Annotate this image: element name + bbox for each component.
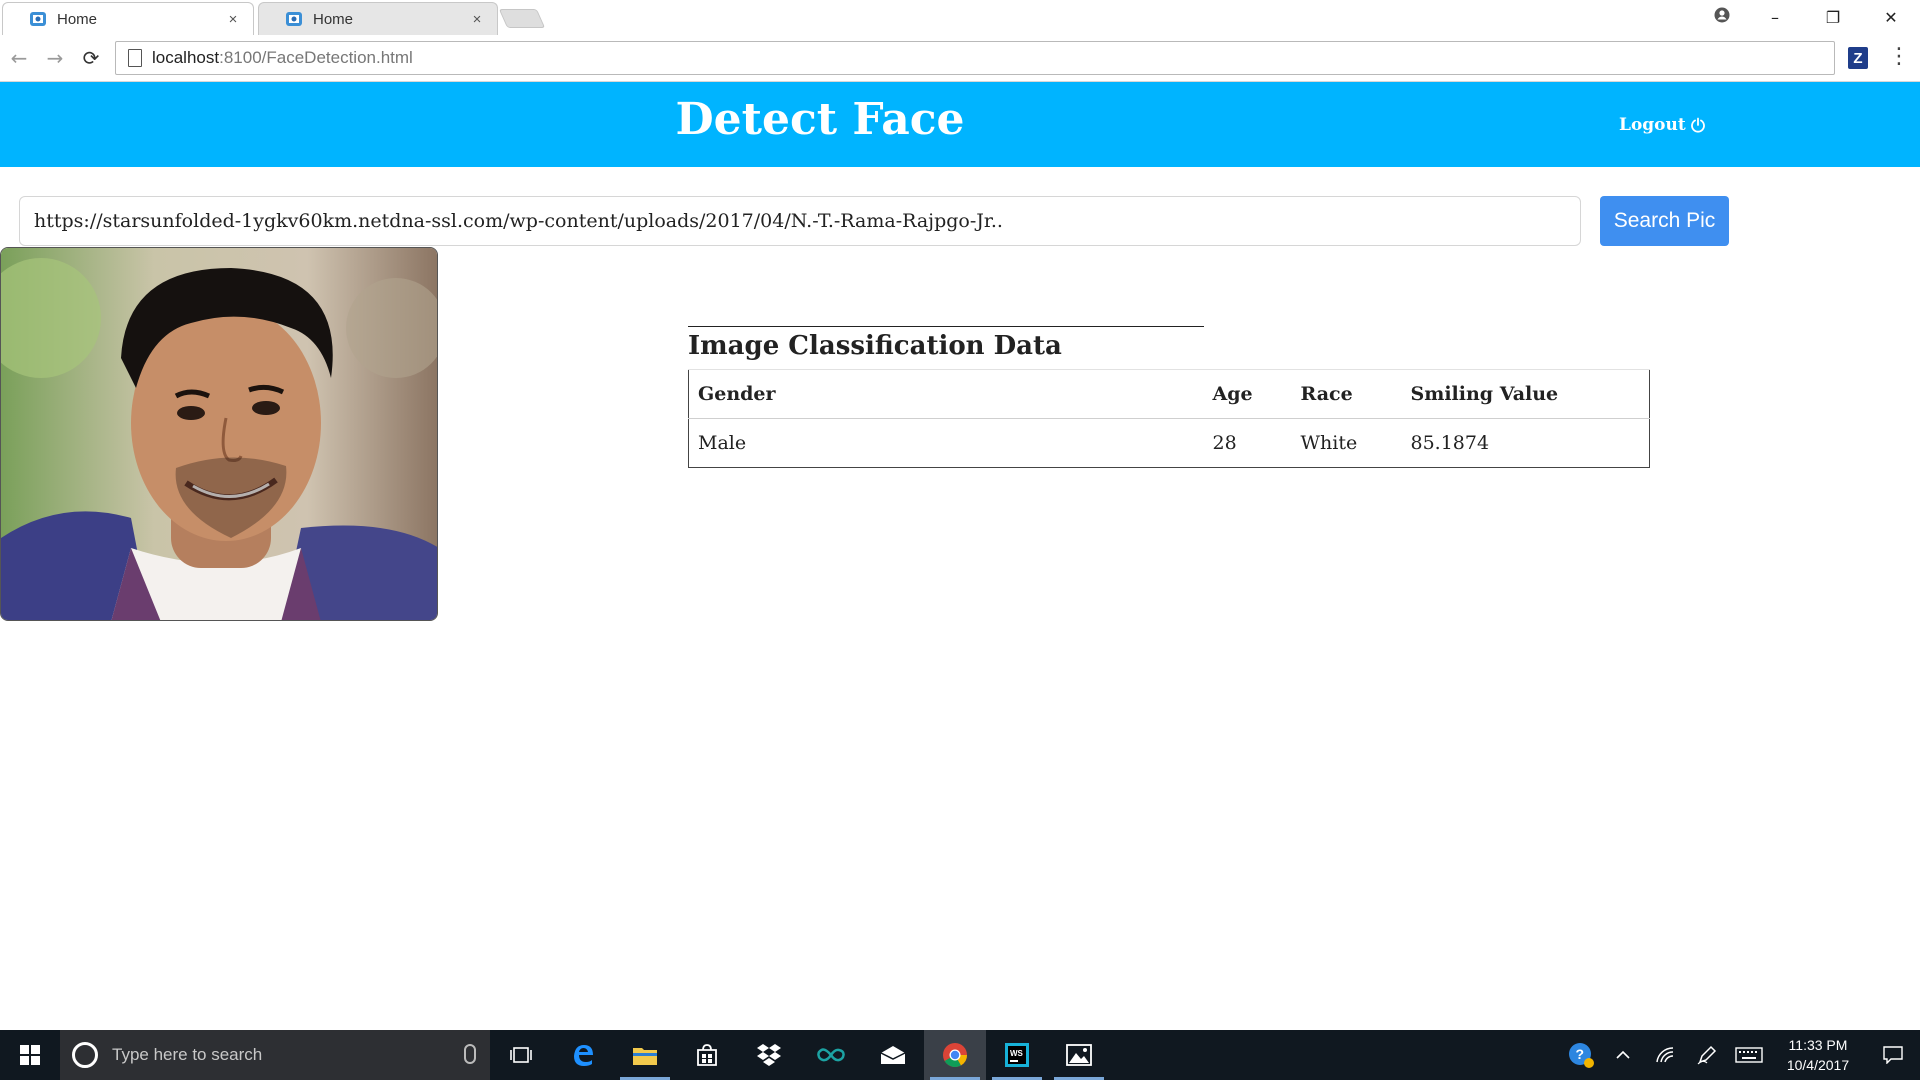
forward-button[interactable]: → [38,41,72,75]
page-favicon-icon [285,10,303,28]
classification-results: Image Classification Data Gender Age Rac… [688,326,1650,468]
help-icon[interactable]: ? [1560,1030,1602,1080]
power-icon [1690,117,1706,133]
column-header-race: Race [1291,369,1402,419]
clock-date: 10/4/2017 [1786,1057,1850,1073]
photos-icon[interactable] [1048,1030,1110,1080]
network-icon[interactable] [1644,1030,1686,1080]
close-window-button[interactable]: ✕ [1862,8,1920,27]
logout-label: Logout [1619,115,1686,135]
address-host: localhost [152,48,220,67]
microphone-icon[interactable] [464,1044,476,1064]
windows-taskbar: Type here to search WS ? 11:33 PM 10/4/2… [0,1030,1920,1080]
app-header: Detect Face Logout [0,82,1920,167]
column-header-smiling-value: Smiling Value [1401,369,1650,419]
tab-home-active[interactable]: Home × [2,2,254,35]
reload-button[interactable]: ⟳ [74,41,108,75]
chevron-up-icon[interactable] [1602,1030,1644,1080]
logout-button[interactable]: Logout [1619,115,1706,135]
cell-smiling-value: 85.1874 [1410,432,1490,454]
window-controls: – ❐ ✕ [1698,0,1920,34]
back-button[interactable]: ← [2,41,36,75]
system-clock[interactable]: 11:33 PM 10/4/2017 [1770,1035,1866,1075]
table-header-row: Gender Age Race Smiling Value [688,369,1650,419]
browser-toolbar: ← → ⟳ localhost:8100/FaceDetection.html … [0,35,1920,82]
webstorm-icon[interactable]: WS [986,1030,1048,1080]
tab-home-inactive[interactable]: Home × [258,2,498,35]
page-title: Detect Face [675,94,965,145]
taskbar-search-placeholder: Type here to search [112,1045,263,1064]
column-header-gender: Gender [688,369,1204,419]
new-tab-button[interactable] [498,9,546,28]
address-bar[interactable]: localhost:8100/FaceDetection.html [115,41,1835,75]
search-pic-button[interactable]: Search Pic [1600,196,1729,246]
mail-icon[interactable] [862,1030,924,1080]
chrome-icon[interactable] [924,1030,986,1080]
minimize-button[interactable]: – [1746,8,1804,27]
table-row: Male 28 White 85.1874 [689,419,1650,468]
system-tray: ? 11:33 PM 10/4/2017 [1560,1030,1920,1080]
store-icon[interactable] [676,1030,738,1080]
keyboard-icon[interactable] [1728,1030,1770,1080]
face-photo [0,247,438,621]
pen-icon[interactable] [1686,1030,1728,1080]
tab-close-icon[interactable]: × [465,11,489,28]
image-url-input[interactable] [19,196,1581,246]
cell-age: 28 [1212,432,1237,454]
dropbox-icon[interactable] [738,1030,800,1080]
restore-button[interactable]: ❐ [1804,8,1862,27]
cell-race: White [1300,432,1358,454]
page-favicon-icon [29,10,47,28]
svg-text:?: ? [1576,1046,1585,1062]
action-center-icon[interactable] [1866,1030,1920,1080]
edge-icon[interactable] [552,1030,614,1080]
browser-menu-icon[interactable]: ⋮ [1888,43,1910,73]
column-header-age: Age [1203,369,1292,419]
tab-close-icon[interactable]: × [221,11,245,28]
arduino-icon[interactable] [800,1030,862,1080]
page-info-icon[interactable] [128,49,142,67]
browser-tabstrip: Home × Home × – ❐ ✕ [0,0,1920,35]
cortana-icon [72,1042,98,1068]
tab-title: Home [313,10,354,28]
svg-text:WS: WS [1010,1049,1024,1058]
results-heading: Image Classification Data [688,331,1062,361]
start-button[interactable] [0,1030,60,1080]
taskbar-search-box[interactable]: Type here to search [60,1030,490,1080]
extension-icon[interactable]: Z [1848,47,1868,69]
address-path: :8100/FaceDetection.html [219,48,413,67]
windows-logo-icon [20,1045,40,1065]
task-view-icon[interactable] [490,1030,552,1080]
account-icon[interactable] [1698,7,1746,27]
clock-time: 11:33 PM [1788,1037,1848,1053]
tab-title: Home [57,10,98,28]
classification-table: Gender Age Race Smiling Value Male 28 Wh… [688,369,1650,468]
cell-gender: Male [698,432,747,454]
file-explorer-icon[interactable] [614,1030,676,1080]
